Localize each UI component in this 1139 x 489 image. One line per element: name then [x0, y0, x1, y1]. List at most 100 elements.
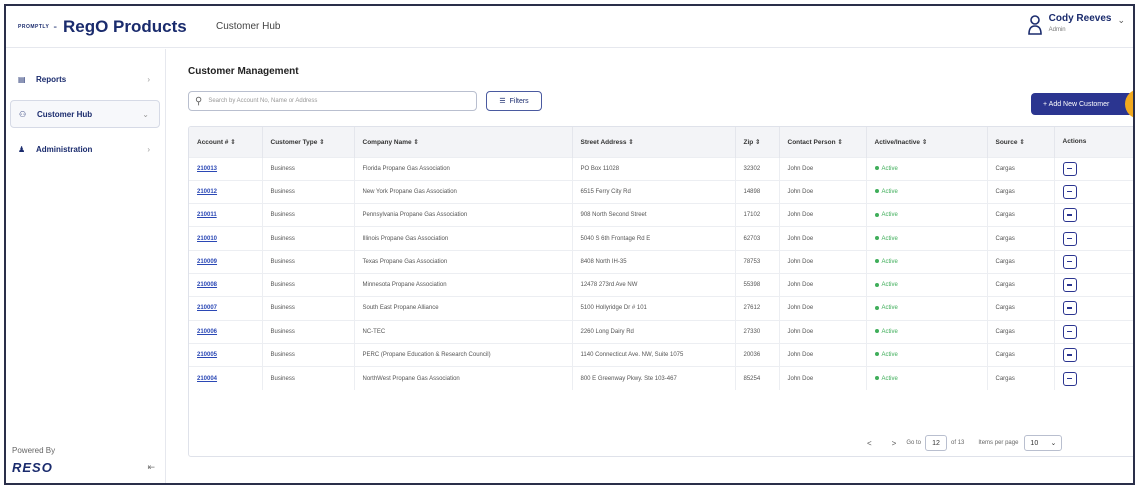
brand-mark: PROMPTLY — [18, 23, 50, 30]
user-icon — [1027, 15, 1042, 35]
cell-contact-person: John Doe — [779, 342, 867, 367]
cell-zip: 17102 — [735, 203, 780, 227]
table-row: 210005 Business PERC (Propane Education & … — [189, 342, 1133, 367]
brand-separator: - — [53, 20, 57, 33]
row-actions-icon[interactable] — [1062, 371, 1077, 386]
prev-page-button[interactable]: < — [867, 439, 872, 448]
page-size-value: 10 — [1030, 439, 1039, 447]
table-row: 210009 Business Texas Propane Gas Associat… — [189, 249, 1133, 274]
row-actions-icon[interactable] — [1062, 231, 1077, 246]
cell-street-address: 908 North Second Street — [572, 203, 736, 227]
status-dot-icon — [874, 375, 879, 380]
status-badge: Active — [881, 375, 898, 382]
cell-account-link[interactable]: 210013 — [189, 156, 263, 181]
row-actions-icon[interactable] — [1062, 254, 1077, 269]
page-size-select[interactable]: 10 ⌄ — [1024, 435, 1063, 451]
status-dot-icon — [874, 166, 879, 171]
cell-account-link[interactable]: 210011 — [189, 203, 263, 227]
add-new-customer-button[interactable]: + Add New Customer — [1031, 93, 1133, 115]
row-actions-icon[interactable] — [1062, 184, 1077, 199]
sidebar-item-label: Reports — [36, 74, 67, 84]
column-header-street-address[interactable]: Street Address ⇕ — [572, 127, 736, 157]
chevron-right-icon: › — [147, 144, 150, 154]
cell-customer-type: Business — [262, 226, 355, 251]
app-window: PROMPTLY - RegO Products Customer Hub Co… — [4, 4, 1135, 485]
sidebar-item-customer-hub[interactable]: ⚇ Customer Hub ⌄ — [10, 100, 160, 128]
cell-status: Active — [866, 319, 988, 344]
cell-customer-type: Business — [262, 249, 355, 274]
people-icon: ⚇ — [19, 109, 27, 119]
breadcrumb: Customer Hub — [216, 21, 281, 32]
cell-account-link[interactable]: 210012 — [189, 179, 263, 204]
cell-account-link[interactable]: 210007 — [189, 296, 263, 321]
cell-zip: 55398 — [735, 272, 780, 297]
page-number-input[interactable]: 12 — [925, 435, 948, 451]
cell-contact-person: John Doe — [779, 156, 867, 181]
row-actions-icon[interactable] — [1062, 161, 1077, 176]
page-title: Customer Management — [188, 66, 299, 77]
cell-actions — [1054, 366, 1133, 390]
cell-status: Active — [866, 179, 988, 204]
row-actions-icon[interactable] — [1062, 301, 1077, 316]
cell-street-address: 5100 Hollyridge Dr # 101 — [572, 296, 736, 321]
cell-company-name: Florida Propane Gas Association — [354, 156, 573, 181]
row-actions-icon[interactable] — [1062, 208, 1077, 223]
person-icon: ♟ — [18, 144, 26, 154]
cell-account-link[interactable]: 210005 — [189, 342, 263, 367]
user-menu[interactable]: Cody Reeves Admin ⌄ — [1027, 13, 1125, 36]
status-badge: Active — [881, 165, 898, 172]
row-actions-icon[interactable] — [1062, 278, 1077, 293]
table-row: 210008 Business Minnesota Propane Associat… — [189, 272, 1133, 297]
sidebar-item-reports[interactable]: ▤ Reports › — [10, 65, 160, 93]
column-header-zip[interactable]: Zip ⇕ — [735, 127, 780, 157]
status-dot-icon — [874, 212, 879, 217]
cell-actions — [1054, 342, 1133, 367]
next-page-button[interactable]: > — [892, 439, 897, 448]
cell-customer-type: Business — [262, 296, 355, 321]
brand[interactable]: PROMPTLY - RegO Products — [18, 17, 198, 37]
cell-status: Active — [866, 203, 988, 227]
cell-source: Cargas — [987, 156, 1055, 181]
cell-account-link[interactable]: 210006 — [189, 319, 263, 344]
cell-account-link[interactable]: 210008 — [189, 272, 263, 297]
chevron-down-icon[interactable]: ⌄ — [1117, 15, 1125, 26]
cell-contact-person: John Doe — [779, 203, 867, 227]
search-input[interactable]: ⚲ Search by Account No, Name or Address — [188, 91, 477, 111]
column-header-customer-type[interactable]: Customer Type ⇕ — [262, 127, 355, 157]
status-badge: Active — [881, 258, 898, 265]
cell-status: Active — [866, 366, 988, 390]
status-dot-icon — [874, 235, 879, 240]
cell-contact-person: John Doe — [779, 249, 867, 274]
table-row: 210004 Business NorthWest Propane Gas Asso… — [189, 366, 1133, 390]
filters-label: Filters — [509, 97, 529, 105]
items-per-page-label: Items per page — [978, 440, 1019, 446]
cell-account-link[interactable]: 210010 — [189, 226, 263, 251]
row-actions-icon[interactable] — [1062, 324, 1077, 339]
cell-customer-type: Business — [262, 342, 355, 367]
cell-account-link[interactable]: 210009 — [189, 249, 263, 274]
cell-source: Cargas — [987, 272, 1055, 297]
cell-status: Active — [866, 226, 988, 251]
cell-zip: 85254 — [735, 366, 780, 390]
cell-zip: 27612 — [735, 296, 780, 321]
cell-street-address: 800 E Greenway Pkwy. Ste 103-467 — [572, 366, 736, 390]
status-badge: Active — [881, 282, 898, 289]
cell-customer-type: Business — [262, 366, 355, 390]
column-header-source[interactable]: Source ⇕ — [987, 127, 1055, 157]
cell-actions — [1054, 156, 1133, 181]
table-header-row: Account # ⇕ Customer Type ⇕ Company Name… — [189, 127, 1133, 157]
column-header-contact-person[interactable]: Contact Person ⇕ — [779, 127, 867, 157]
row-actions-icon[interactable] — [1062, 348, 1077, 363]
cell-contact-person: John Doe — [779, 272, 867, 297]
cell-actions — [1054, 226, 1133, 251]
status-badge: Active — [881, 352, 898, 359]
filters-button[interactable]: ☰ Filters — [486, 91, 542, 111]
collapse-sidebar-icon[interactable]: ⇤ — [147, 462, 155, 473]
sidebar-item-administration[interactable]: ♟ Administration › — [10, 135, 160, 163]
column-header-account[interactable]: Account # ⇕ — [189, 127, 263, 157]
chevron-down-icon: ⌄ — [1050, 440, 1057, 447]
column-header-company-name[interactable]: Company Name ⇕ — [354, 127, 573, 157]
column-header-status[interactable]: Active/Inactive ⇕ — [866, 127, 988, 157]
cell-account-link[interactable]: 210004 — [189, 366, 263, 390]
cell-zip: 14898 — [735, 179, 780, 204]
